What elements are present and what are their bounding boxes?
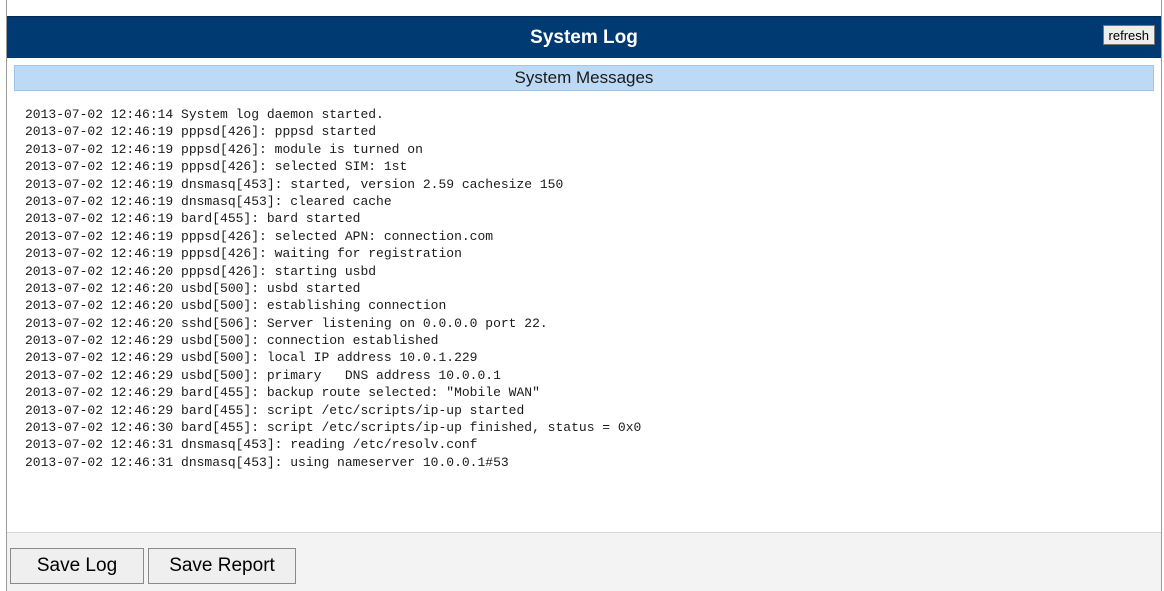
log-line: 2013-07-02 12:46:29 bard[455]: backup ro… <box>25 385 540 401</box>
log-line: 2013-07-02 12:46:19 pppsd[426]: pppsd st… <box>25 124 377 140</box>
refresh-button[interactable]: refresh <box>1102 25 1155 45</box>
save-log-button[interactable]: Save Log <box>10 548 144 584</box>
log-line: 2013-07-02 12:46:29 bard[455]: script /e… <box>25 402 525 418</box>
log-line: 2013-07-02 12:46:20 sshd[506]: Server li… <box>25 315 548 331</box>
log-line: 2013-07-02 12:46:30 bard[455]: script /e… <box>25 420 642 436</box>
log-messages: 2013-07-02 12:46:14 System log daemon st… <box>25 106 1145 471</box>
log-line: 2013-07-02 12:46:19 pppsd[426]: selected… <box>25 228 494 244</box>
save-report-button[interactable]: Save Report <box>148 548 296 584</box>
log-line: 2013-07-02 12:46:20 usbd[500]: establish… <box>25 298 447 314</box>
log-line: 2013-07-02 12:46:19 bard[455]: bard star… <box>25 211 361 227</box>
action-bar: Save Log Save Report <box>7 533 1161 591</box>
log-line: 2013-07-02 12:46:29 usbd[500]: primary D… <box>25 367 501 383</box>
section-title: System Messages <box>14 65 1154 91</box>
log-line: 2013-07-02 12:46:19 dnsmasq[453]: cleare… <box>25 193 392 209</box>
title-bar: System Log refresh <box>7 16 1161 58</box>
system-log-panel: System Log refresh System Messages 2013-… <box>6 0 1162 591</box>
log-line: 2013-07-02 12:46:19 dnsmasq[453]: starte… <box>25 176 564 192</box>
log-line: 2013-07-02 12:46:19 pppsd[426]: selected… <box>25 159 408 175</box>
log-line: 2013-07-02 12:46:20 usbd[500]: usbd star… <box>25 280 361 296</box>
log-line: 2013-07-02 12:46:29 usbd[500]: local IP … <box>25 350 478 366</box>
log-line: 2013-07-02 12:46:31 dnsmasq[453]: using … <box>25 454 509 470</box>
log-line: 2013-07-02 12:46:19 pppsd[426]: waiting … <box>25 246 462 262</box>
log-line: 2013-07-02 12:46:14 System log daemon st… <box>25 107 384 122</box>
log-line: 2013-07-02 12:46:31 dnsmasq[453]: readin… <box>25 437 478 453</box>
log-line: 2013-07-02 12:46:29 usbd[500]: connectio… <box>25 333 439 349</box>
page-title: System Log <box>530 27 638 48</box>
log-line: 2013-07-02 12:46:19 pppsd[426]: module i… <box>25 141 423 157</box>
log-line: 2013-07-02 12:46:20 pppsd[426]: starting… <box>25 263 377 279</box>
